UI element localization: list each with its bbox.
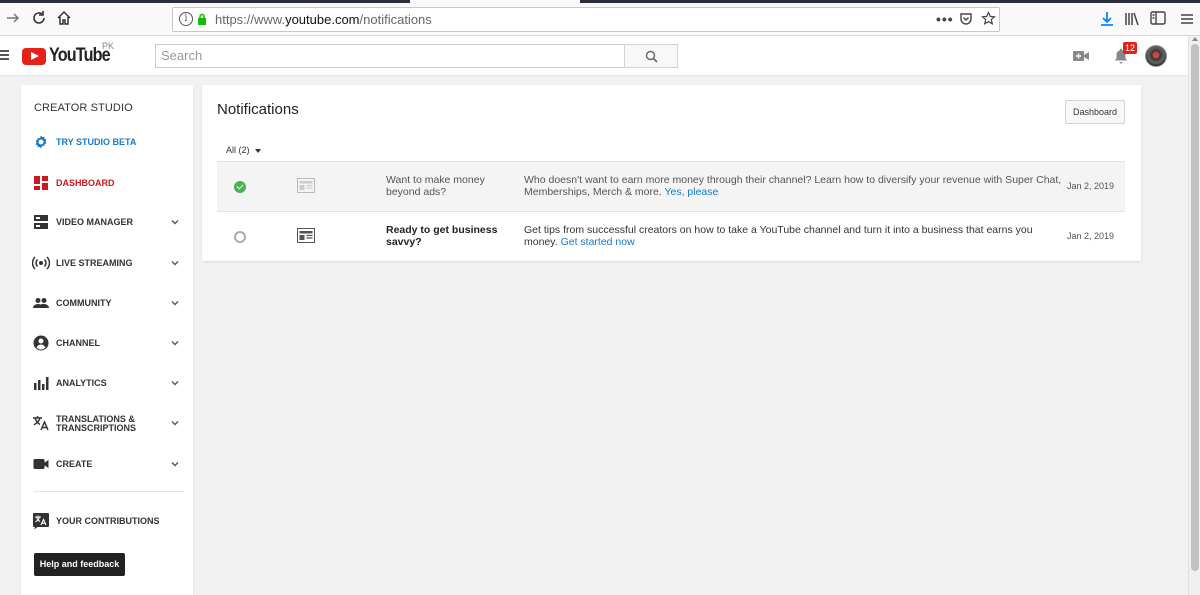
chevron-down-icon[interactable] bbox=[171, 259, 179, 267]
notification-row[interactable]: Want to make money beyond ads? Who doesn… bbox=[217, 161, 1125, 211]
search-button[interactable] bbox=[624, 44, 678, 68]
youtube-logo[interactable]: YouTube PK bbox=[22, 41, 120, 67]
avatar[interactable] bbox=[1145, 45, 1167, 67]
analytics-icon bbox=[34, 377, 49, 390]
community-icon bbox=[33, 298, 49, 308]
newspaper-icon bbox=[297, 228, 315, 243]
home-button[interactable] bbox=[54, 10, 74, 30]
caret-down-icon bbox=[254, 148, 261, 153]
sidebar-divider bbox=[34, 491, 184, 492]
checkmark-icon[interactable] bbox=[234, 181, 246, 193]
chevron-down-icon[interactable] bbox=[171, 379, 179, 387]
download-icon[interactable] bbox=[1098, 11, 1116, 29]
scroll-up-icon[interactable] bbox=[1192, 36, 1198, 41]
page-title: Notifications bbox=[217, 101, 299, 118]
back-button[interactable] bbox=[3, 10, 23, 30]
sidebar-item-analytics[interactable]: ANALYTICS bbox=[21, 368, 193, 398]
guide-menu-icon[interactable] bbox=[0, 50, 9, 62]
sidebar-item-channel[interactable]: CHANNEL bbox=[21, 328, 193, 358]
sidebar-item-label: COMMUNITY bbox=[56, 297, 112, 308]
page-actions-icon[interactable]: ••• bbox=[936, 11, 954, 27]
scrollbar[interactable] bbox=[1188, 36, 1200, 595]
logo-text: YouTube bbox=[49, 45, 111, 66]
sidebar-item-label: TRANSLATIONS & TRANSCRIPTIONS bbox=[56, 415, 136, 433]
notification-subject: Ready to get business savvy? bbox=[386, 224, 498, 248]
sidebar-item-community[interactable]: COMMUNITY bbox=[21, 288, 193, 318]
help-feedback-button[interactable]: Help and feedback bbox=[34, 553, 125, 576]
chevron-down-icon[interactable] bbox=[171, 339, 179, 347]
search-icon bbox=[645, 50, 658, 63]
pocket-icon[interactable] bbox=[959, 12, 973, 26]
sidebar-item-label: YOUR CONTRIBUTIONS bbox=[56, 515, 160, 526]
url-bar[interactable]: i https://www.youtube.com/notifications … bbox=[172, 7, 1000, 32]
label-line-2: TRANSCRIPTIONS bbox=[56, 423, 137, 433]
notification-date: Jan 2, 2019 bbox=[1067, 181, 1115, 191]
notification-body-text: Who doesn't want to earn more money thro… bbox=[524, 174, 1062, 198]
url-text[interactable]: https://www.youtube.com/notifications bbox=[215, 12, 432, 27]
sidebar-item-your-contributions[interactable]: YOUR CONTRIBUTIONS bbox=[21, 506, 193, 536]
url-prefix: https://www. bbox=[215, 12, 286, 27]
sidebar-toggle-icon[interactable] bbox=[1149, 11, 1167, 29]
notification-body: Who doesn't want to earn more money thro… bbox=[524, 174, 1064, 198]
browser-toolbar: i https://www.youtube.com/notifications … bbox=[0, 3, 1200, 36]
url-path: /notifications bbox=[359, 12, 432, 27]
menu-icon[interactable] bbox=[1178, 11, 1196, 29]
filter-dropdown[interactable]: All (2) bbox=[226, 145, 261, 155]
chevron-down-icon[interactable] bbox=[171, 419, 179, 427]
notifications-panel: Notifications Dashboard All (2) Want to … bbox=[202, 85, 1141, 261]
gear-icon bbox=[35, 135, 47, 149]
sidebar-item-try-studio-beta[interactable]: TRY STUDIO BETA bbox=[21, 127, 193, 157]
sidebar-item-translations[interactable]: TRANSLATIONS & TRANSCRIPTIONS bbox=[21, 408, 193, 438]
upload-video-icon[interactable] bbox=[1073, 50, 1089, 62]
contributions-icon bbox=[33, 513, 49, 530]
filter-label: All (2) bbox=[226, 145, 250, 155]
youtube-play-icon bbox=[22, 47, 46, 65]
sidebar-item-label: CREATE bbox=[56, 458, 93, 469]
dashboard-button[interactable]: Dashboard bbox=[1065, 100, 1125, 124]
chevron-down-icon[interactable] bbox=[171, 218, 179, 226]
home-icon bbox=[57, 10, 71, 25]
reload-button[interactable] bbox=[29, 10, 49, 30]
url-domain: youtube.com bbox=[285, 12, 360, 27]
creator-studio-sidebar: CREATOR STUDIO TRY STUDIO BETA DASHBOARD… bbox=[21, 85, 193, 595]
channel-icon bbox=[33, 335, 49, 351]
library-icon[interactable] bbox=[1123, 11, 1141, 29]
bookmark-star-icon[interactable] bbox=[981, 11, 996, 26]
reload-icon bbox=[33, 11, 45, 24]
scrollbar-thumb[interactable] bbox=[1191, 44, 1199, 571]
sidebar-title: CREATOR STUDIO bbox=[34, 102, 133, 114]
unread-circle-icon[interactable] bbox=[234, 231, 246, 243]
dashboard-icon bbox=[34, 176, 48, 190]
sidebar-item-label: ANALYTICS bbox=[56, 377, 107, 388]
notification-subject: Want to make money beyond ads? bbox=[386, 174, 485, 198]
sidebar-item-video-manager[interactable]: VIDEO MANAGER bbox=[21, 207, 193, 237]
sidebar-item-label: DASHBOARD bbox=[56, 177, 115, 188]
sidebar-item-label: TRY STUDIO BETA bbox=[56, 136, 137, 147]
sidebar-item-label: LIVE STREAMING bbox=[56, 257, 133, 268]
lock-icon[interactable] bbox=[197, 13, 207, 25]
notification-count-badge[interactable]: 12 bbox=[1123, 42, 1138, 54]
translate-icon bbox=[33, 416, 49, 431]
search-input[interactable]: Search bbox=[155, 44, 625, 68]
sidebar-item-create[interactable]: CREATE bbox=[21, 449, 193, 479]
video-manager-icon bbox=[34, 215, 48, 229]
notification-date: Jan 2, 2019 bbox=[1067, 231, 1115, 241]
notification-link[interactable]: Get started now bbox=[561, 236, 635, 248]
chevron-down-icon[interactable] bbox=[171, 299, 179, 307]
chevron-down-icon[interactable] bbox=[171, 460, 179, 468]
sidebar-item-label: VIDEO MANAGER bbox=[56, 216, 134, 227]
notification-link[interactable]: Yes, please bbox=[664, 186, 718, 198]
info-icon[interactable]: i bbox=[179, 12, 193, 26]
arrow-right-icon bbox=[7, 13, 20, 23]
sidebar-item-dashboard[interactable]: DASHBOARD bbox=[21, 168, 193, 198]
sidebar-item-label: CHANNEL bbox=[56, 337, 100, 348]
create-icon bbox=[33, 459, 49, 469]
notification-row[interactable]: Ready to get business savvy? Get tips fr… bbox=[217, 211, 1125, 261]
country-code: PK bbox=[102, 41, 115, 51]
notification-body: Get tips from successful creators on how… bbox=[524, 224, 1064, 248]
youtube-header: YouTube PK Search 12 bbox=[0, 36, 1188, 76]
newspaper-icon bbox=[297, 178, 315, 193]
live-streaming-icon bbox=[32, 256, 50, 270]
sidebar-item-live-streaming[interactable]: LIVE STREAMING bbox=[21, 248, 193, 278]
